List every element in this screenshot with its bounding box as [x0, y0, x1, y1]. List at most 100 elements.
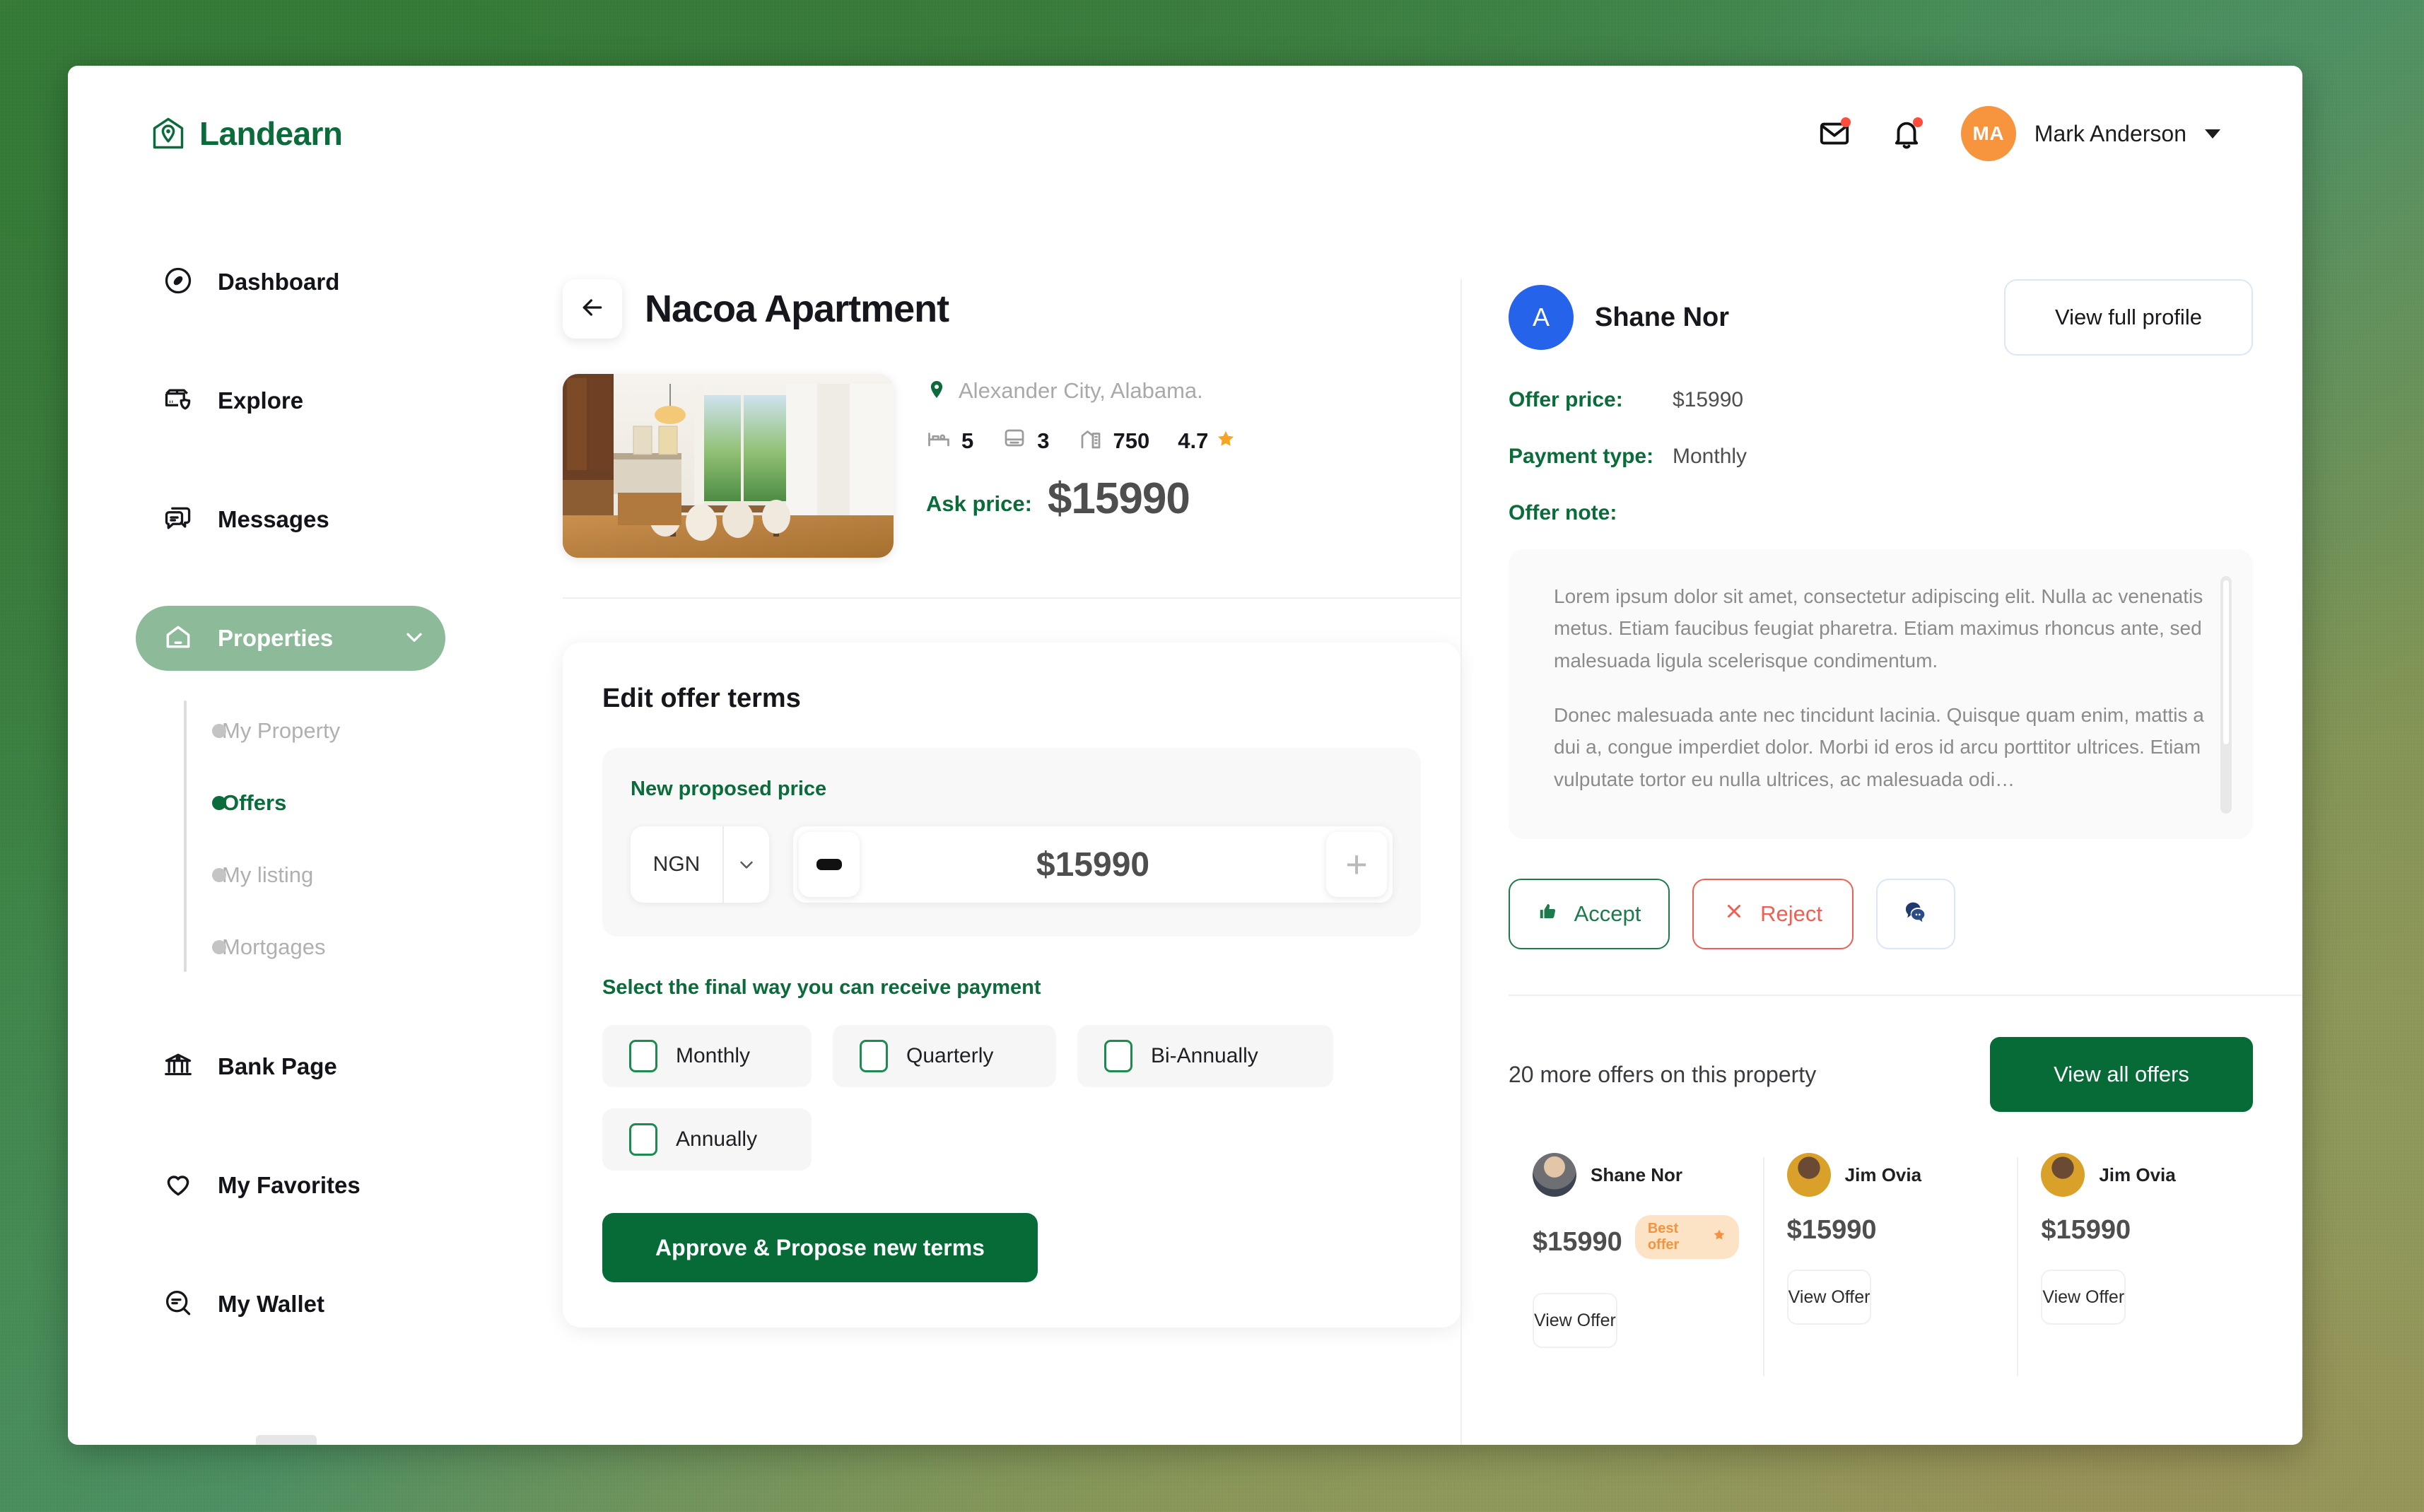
accept-button[interactable]: Accept — [1509, 879, 1670, 949]
home-icon — [163, 621, 194, 656]
status-badge: Best offer — [1634, 1215, 1739, 1259]
payment-type-label: Payment type: — [1509, 445, 1654, 468]
properties-subnav: My Property Offers My listing Mortgages — [181, 695, 513, 983]
heart-icon — [163, 1168, 194, 1203]
landearn-house-pin-icon — [150, 115, 187, 152]
spec-value: 5 — [961, 428, 974, 453]
sidebar-item-my-wallet[interactable]: My Wallet — [136, 1272, 445, 1337]
view-offer-button[interactable]: View Offer — [1533, 1293, 1617, 1348]
map-pin-icon — [926, 379, 947, 404]
sidebar-item-label: My Favorites — [218, 1172, 361, 1198]
payment-option-annually[interactable]: Annually — [602, 1108, 812, 1171]
mail-badge-dot — [1840, 117, 1851, 127]
brand-logo[interactable]: Landearn — [150, 115, 343, 153]
top-bar: Landearn MA Mark Anderson — [68, 66, 2302, 201]
sidebar-item-label: Messages — [218, 506, 329, 532]
avatar: A — [1509, 285, 1574, 350]
checkbox[interactable] — [629, 1040, 657, 1072]
amount-value[interactable]: $15990 — [860, 845, 1326, 884]
sidebar-subitem-my-listing[interactable]: My listing — [222, 839, 513, 911]
divider — [1509, 995, 2302, 996]
checkbox[interactable] — [1104, 1040, 1132, 1072]
mail-icon[interactable] — [1817, 116, 1852, 151]
close-x-icon — [1723, 901, 1745, 927]
approve-propose-button[interactable]: Approve & Propose new terms — [602, 1213, 1038, 1282]
sidebar-subitem-label: Offers — [222, 790, 287, 815]
sidebar-subitem-label: Mortgages — [222, 934, 326, 959]
sidebar-subitem-my-property[interactable]: My Property — [222, 695, 513, 767]
property-location: Alexander City, Alabama. — [926, 378, 1236, 404]
decrement-button[interactable] — [799, 832, 860, 897]
bell-badge-dot — [1912, 117, 1923, 127]
avatar — [1786, 1153, 1831, 1197]
sidebar-item-label: Explore — [218, 387, 304, 414]
sidebar-subitem-mortgages[interactable]: Mortgages — [222, 911, 513, 983]
reject-button[interactable]: Reject — [1692, 879, 1854, 949]
accept-label: Accept — [1574, 901, 1641, 926]
offer-mini-name: Jim Ovia — [2099, 1164, 2176, 1185]
payment-method-label: Select the final way you can receive pay… — [602, 976, 1041, 999]
chevron-down-icon[interactable] — [724, 854, 769, 875]
sidebar-subitem-offers[interactable]: Offers — [222, 767, 513, 839]
scrollbar-thumb[interactable] — [2223, 580, 2229, 744]
offer-mini-price: $15990 — [1786, 1215, 1877, 1245]
chat-button[interactable] — [1876, 879, 1955, 949]
sidebar-item-messages[interactable]: Messages — [136, 487, 445, 552]
chat-bubbles-icon — [1902, 897, 1930, 931]
offer-detail-column: A Shane Nor View full profile Offer pric… — [1460, 279, 2302, 1445]
spec-value: 3 — [1037, 428, 1050, 453]
sidebar-item-label: Properties — [218, 625, 334, 651]
avatar — [2041, 1153, 2085, 1197]
payment-option-bi-annually[interactable]: Bi-Annually — [1077, 1025, 1333, 1087]
view-offer-button[interactable]: View Offer — [1786, 1270, 1872, 1325]
edit-offer-title: Edit offer terms — [602, 684, 801, 713]
payment-option-quarterly[interactable]: Quarterly — [833, 1025, 1056, 1087]
more-offers-count: 20 more offers on this property — [1509, 1061, 1817, 1087]
view-all-offers-button[interactable]: View all offers — [1990, 1037, 2253, 1112]
checkbox[interactable] — [860, 1040, 888, 1072]
arrow-left-icon — [578, 293, 607, 325]
explore-shield-icon — [163, 384, 194, 418]
increment-button[interactable]: + — [1326, 832, 1387, 897]
edit-offer-card: Edit offer terms New proposed price NGN — [563, 643, 1460, 1328]
sidebar-item-explore[interactable]: Explore — [136, 368, 445, 433]
avatar — [1533, 1153, 1576, 1197]
spec-bedrooms: 5 — [926, 426, 973, 455]
bed-icon — [926, 426, 952, 455]
star-icon — [1712, 1228, 1726, 1246]
bell-icon[interactable] — [1889, 116, 1924, 151]
view-full-profile-button[interactable]: View full profile — [2004, 279, 2253, 356]
back-button[interactable] — [563, 279, 622, 339]
more-offers-header: 20 more offers on this property View all… — [1509, 1037, 2302, 1112]
offer-mini-card[interactable]: Shane Nor $15990 Best offer View Offer — [1509, 1153, 1763, 1348]
offer-mini-card[interactable]: Jim Ovia $15990 View Offer — [2017, 1153, 2271, 1376]
currency-select[interactable]: NGN — [631, 826, 769, 903]
checkbox[interactable] — [629, 1123, 657, 1156]
payment-option-label: Bi-Annually — [1151, 1044, 1258, 1067]
sidebar-item-my-favorites[interactable]: My Favorites — [136, 1153, 445, 1218]
sidebar-item-bank-page[interactable]: Bank Page — [136, 1034, 445, 1099]
chevron-down-icon[interactable] — [2205, 129, 2220, 139]
sidebar-subitem-label: My Property — [222, 718, 341, 743]
reject-label: Reject — [1760, 901, 1822, 926]
offer-note-label: Offer note: — [1509, 501, 1617, 524]
sidebar-item-properties[interactable]: Properties — [136, 606, 445, 671]
thumbs-up-icon — [1538, 901, 1559, 927]
user-menu[interactable]: MA Mark Anderson — [1960, 106, 2220, 161]
bank-icon — [163, 1050, 194, 1084]
offer-mini-price: $15990 — [1533, 1226, 1622, 1257]
sidebar-item-dashboard[interactable]: Dashboard — [136, 250, 445, 315]
payment-option-monthly[interactable]: Monthly — [602, 1025, 812, 1087]
offer-note-paragraph: Donec malesuada ante nec tincidunt lacin… — [1554, 704, 2204, 790]
payment-type-row: Payment type: Monthly — [1509, 445, 2302, 469]
currency-value: NGN — [652, 852, 701, 876]
offer-author: A Shane Nor View full profile — [1509, 279, 2302, 356]
view-offer-button[interactable]: View Offer — [2041, 1270, 2126, 1325]
chevron-down-icon[interactable] — [402, 624, 427, 653]
offer-mini-card[interactable]: Jim Ovia $15990 View Offer — [1762, 1153, 2018, 1376]
offer-mini-name: Shane Nor — [1591, 1164, 1683, 1185]
spec-area: 750 — [1078, 426, 1149, 455]
sidebar-item-label: Dashboard — [218, 269, 340, 295]
scrollbar[interactable] — [2220, 576, 2232, 814]
ask-price-label: Ask price: — [926, 491, 1032, 516]
